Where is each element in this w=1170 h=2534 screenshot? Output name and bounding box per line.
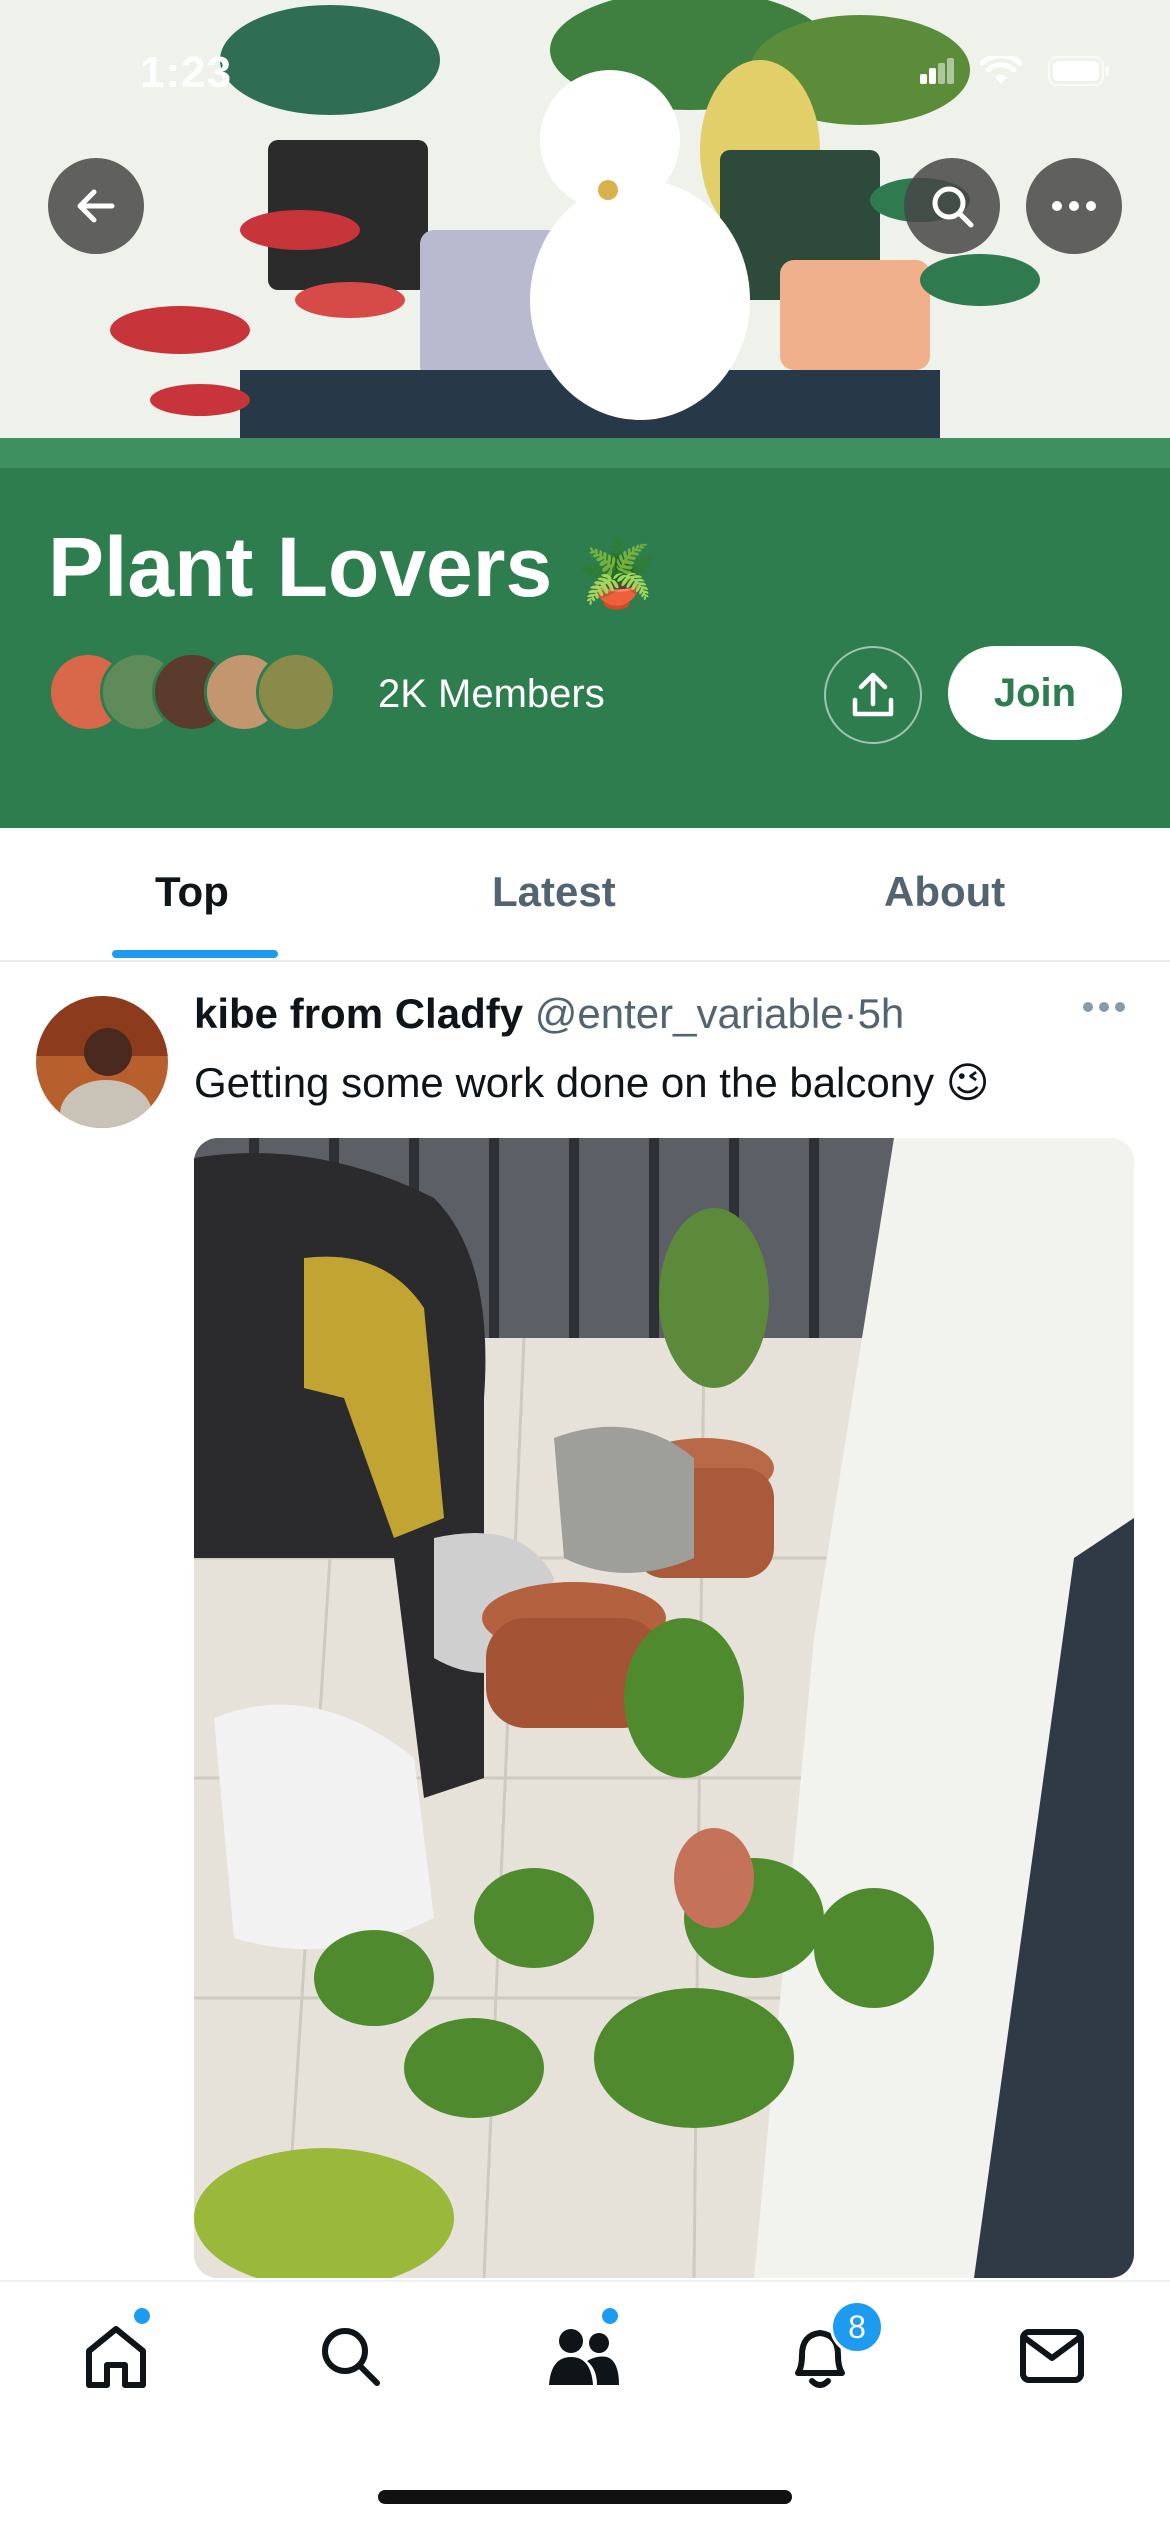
community-title: Plant Lovers 🪴 (48, 525, 658, 609)
tab-latest[interactable]: Latest (492, 868, 616, 916)
share-button[interactable] (824, 646, 922, 744)
more-horizontal-icon (1052, 201, 1096, 211)
arrow-left-icon (77, 189, 115, 223)
share-icon (852, 672, 894, 717)
header-stripe (0, 438, 1170, 468)
post-author-avatar[interactable] (36, 996, 168, 1128)
more-options-button[interactable] (1026, 158, 1122, 254)
status-time: 1:23 (140, 48, 233, 97)
post-time[interactable]: 5h (858, 990, 905, 1037)
potted-plant-emoji: 🪴 (575, 536, 658, 610)
member-avatars[interactable] (48, 652, 336, 732)
active-tab-indicator (112, 950, 278, 958)
tab-about[interactable]: About (884, 868, 1005, 916)
home-unread-dot (132, 2306, 152, 2326)
community-title-text: Plant Lovers (48, 520, 553, 614)
back-button[interactable] (48, 158, 144, 254)
members-count[interactable]: 2K Members (378, 672, 605, 717)
signal-icon (920, 58, 954, 84)
join-button[interactable]: Join (948, 646, 1122, 740)
post-image[interactable] (194, 1138, 1134, 2278)
post-header: kibe from Cladfy @enter_variable·5h (194, 990, 904, 1038)
post-author-handle[interactable]: @enter_variable (535, 990, 844, 1037)
tab-top[interactable]: Top (155, 868, 229, 916)
more-horizontal-icon (1083, 1002, 1125, 1012)
post-text: Getting some work done on the balcony 😉 (194, 1059, 990, 1106)
post-separator: · (843, 990, 858, 1037)
status-icons (920, 56, 1110, 86)
community-header (0, 438, 1170, 828)
notifications-badge: 8 (830, 2300, 884, 2354)
battery-icon (1048, 56, 1109, 86)
home-nav-button[interactable] (76, 2316, 156, 2396)
home-icon (86, 2326, 146, 2388)
post-more-button[interactable] (1082, 1000, 1126, 1018)
search-icon (322, 2328, 380, 2386)
home-indicator[interactable] (378, 2490, 792, 2504)
communities-nav-button[interactable] (544, 2316, 624, 2396)
search-nav-button[interactable] (310, 2316, 390, 2396)
search-icon (932, 186, 974, 228)
messages-icon (1020, 2329, 1084, 2383)
communities-unread-dot (600, 2306, 620, 2326)
avatar (256, 652, 336, 732)
post-author-name[interactable]: kibe from Cladfy (194, 990, 523, 1037)
messages-nav-button[interactable] (1012, 2316, 1092, 2396)
communities-icon (549, 2329, 619, 2385)
search-button[interactable] (904, 158, 1000, 254)
wifi-icon (980, 56, 1022, 84)
